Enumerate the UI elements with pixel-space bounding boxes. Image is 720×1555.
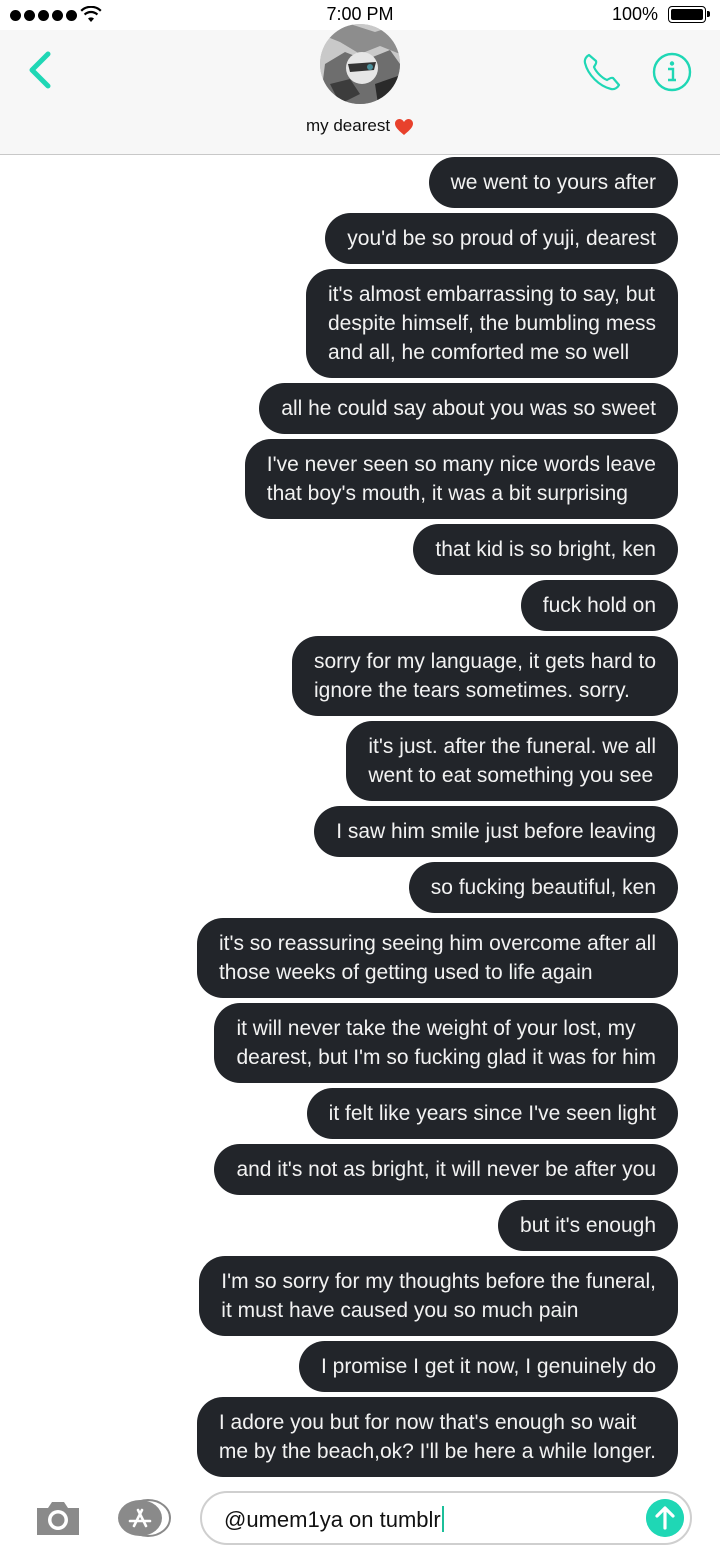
contact-name-label: my dearest (305, 116, 391, 135)
compose-bar: @umem1ya on tumblr (0, 1478, 720, 1555)
message-thread: we went to yours after you'd be so proud… (0, 155, 720, 1477)
camera-icon[interactable] (34, 1498, 82, 1538)
message-bubble: I promise I get it now, I genuinely do (298, 1341, 678, 1392)
message-bubble: all he could say about you was so sweet (259, 383, 678, 434)
message-bubble: I've never seen so many nice words leave… (244, 439, 678, 519)
chevron-left-icon[interactable] (22, 48, 58, 92)
message-bubble: and it's not as bright, it will never be… (214, 1144, 678, 1195)
message-bubble: that kid is so bright, ken (413, 524, 678, 575)
battery-percentage: 100% (611, 4, 658, 24)
heart-icon (395, 118, 414, 135)
phone-icon[interactable] (580, 50, 624, 94)
message-bubble: I saw him smile just before leaving (314, 806, 678, 857)
message-input-value: @umem1ya on tumblr (224, 1507, 441, 1532)
text-caret (441, 1506, 444, 1532)
message-bubble: you'd be so proud of yuji, dearest (325, 213, 678, 264)
message-input[interactable]: @umem1ya on tumblr (200, 1491, 692, 1545)
message-bubble: I adore you but for now that's enough so… (196, 1397, 678, 1477)
message-input-text: @umem1ya on tumblr (224, 1506, 444, 1533)
message-bubble: it will never take the weight of your lo… (214, 1003, 678, 1083)
message-bubble: it's almost embarrassing to say, but des… (306, 269, 678, 378)
contact-avatar[interactable] (320, 24, 400, 104)
message-bubble: I'm so sorry for my thoughts before the … (199, 1256, 678, 1336)
battery-icon (668, 6, 710, 23)
send-arrow-icon[interactable] (646, 1499, 684, 1537)
message-bubble: we went to yours after (428, 157, 678, 208)
message-bubble: but it's enough (498, 1200, 678, 1251)
message-bubble: sorry for my language, it gets hard to i… (292, 636, 678, 716)
message-bubble: it's just. after the funeral. we all wen… (346, 721, 678, 801)
message-bubble: so fucking beautiful, ken (408, 862, 678, 913)
message-bubble: it's so reassuring seeing him overcome a… (196, 918, 678, 998)
app-store-icon[interactable] (114, 1498, 172, 1538)
avatar-image (320, 24, 400, 104)
conversation-header: my dearest (0, 24, 720, 155)
contact-name[interactable]: my dearest (0, 116, 720, 136)
message-bubble: it felt like years since I've seen light (306, 1088, 678, 1139)
info-icon[interactable] (652, 52, 692, 92)
message-bubble: fuck hold on (520, 580, 678, 631)
